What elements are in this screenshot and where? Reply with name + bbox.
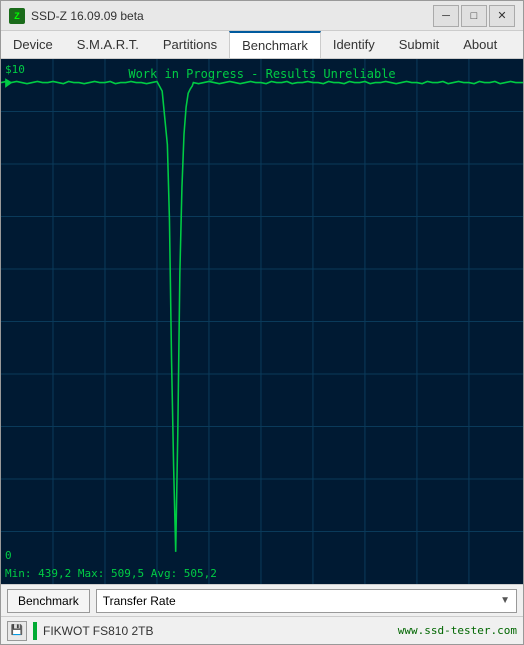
- chart-watermark: Work in Progress - Results Unreliable: [128, 67, 395, 81]
- menu-item-identify[interactable]: Identify: [321, 31, 387, 58]
- menu-item-smart[interactable]: S.M.A.R.T.: [65, 31, 151, 58]
- drive-status-indicator: [33, 622, 37, 640]
- chart-svg: [1, 59, 523, 584]
- chart-stats: Min: 439,2 Max: 509,5 Avg: 505,2: [5, 567, 217, 580]
- close-button[interactable]: ✕: [489, 5, 515, 27]
- drive-icon: 💾: [7, 621, 27, 641]
- transfer-rate-dropdown[interactable]: Transfer Rate ▼: [96, 589, 517, 613]
- website-url: www.ssd-tester.com: [398, 624, 517, 637]
- menu-item-partitions[interactable]: Partitions: [151, 31, 229, 58]
- chart-y-max: $10: [5, 63, 25, 76]
- benchmark-button[interactable]: Benchmark: [7, 589, 90, 613]
- menu-item-about[interactable]: About: [451, 31, 509, 58]
- transfer-rate-label: Transfer Rate: [103, 594, 176, 608]
- maximize-button[interactable]: □: [461, 5, 487, 27]
- benchmark-chart: $10 Work in Progress - Results Unreliabl…: [1, 59, 523, 584]
- menu-bar: Device S.M.A.R.T. Partitions Benchmark I…: [1, 31, 523, 59]
- bottom-controls: Benchmark Transfer Rate ▼: [1, 584, 523, 616]
- chart-y-min: 0: [5, 549, 12, 562]
- menu-item-device[interactable]: Device: [1, 31, 65, 58]
- minimize-button[interactable]: ─: [433, 5, 459, 27]
- app-icon: Z: [9, 8, 25, 24]
- dropdown-arrow-icon: ▼: [500, 595, 510, 606]
- drive-name: FIKWOT FS810 2TB: [43, 624, 392, 638]
- status-bar: 💾 FIKWOT FS810 2TB www.ssd-tester.com: [1, 616, 523, 644]
- menu-item-submit[interactable]: Submit: [387, 31, 451, 58]
- window-title: SSD-Z 16.09.09 beta: [31, 9, 433, 23]
- menu-item-benchmark[interactable]: Benchmark: [229, 31, 321, 58]
- window-controls: ─ □ ✕: [433, 5, 515, 27]
- title-bar: Z SSD-Z 16.09.09 beta ─ □ ✕: [1, 1, 523, 31]
- main-window: Z SSD-Z 16.09.09 beta ─ □ ✕ Device S.M.A…: [0, 0, 524, 645]
